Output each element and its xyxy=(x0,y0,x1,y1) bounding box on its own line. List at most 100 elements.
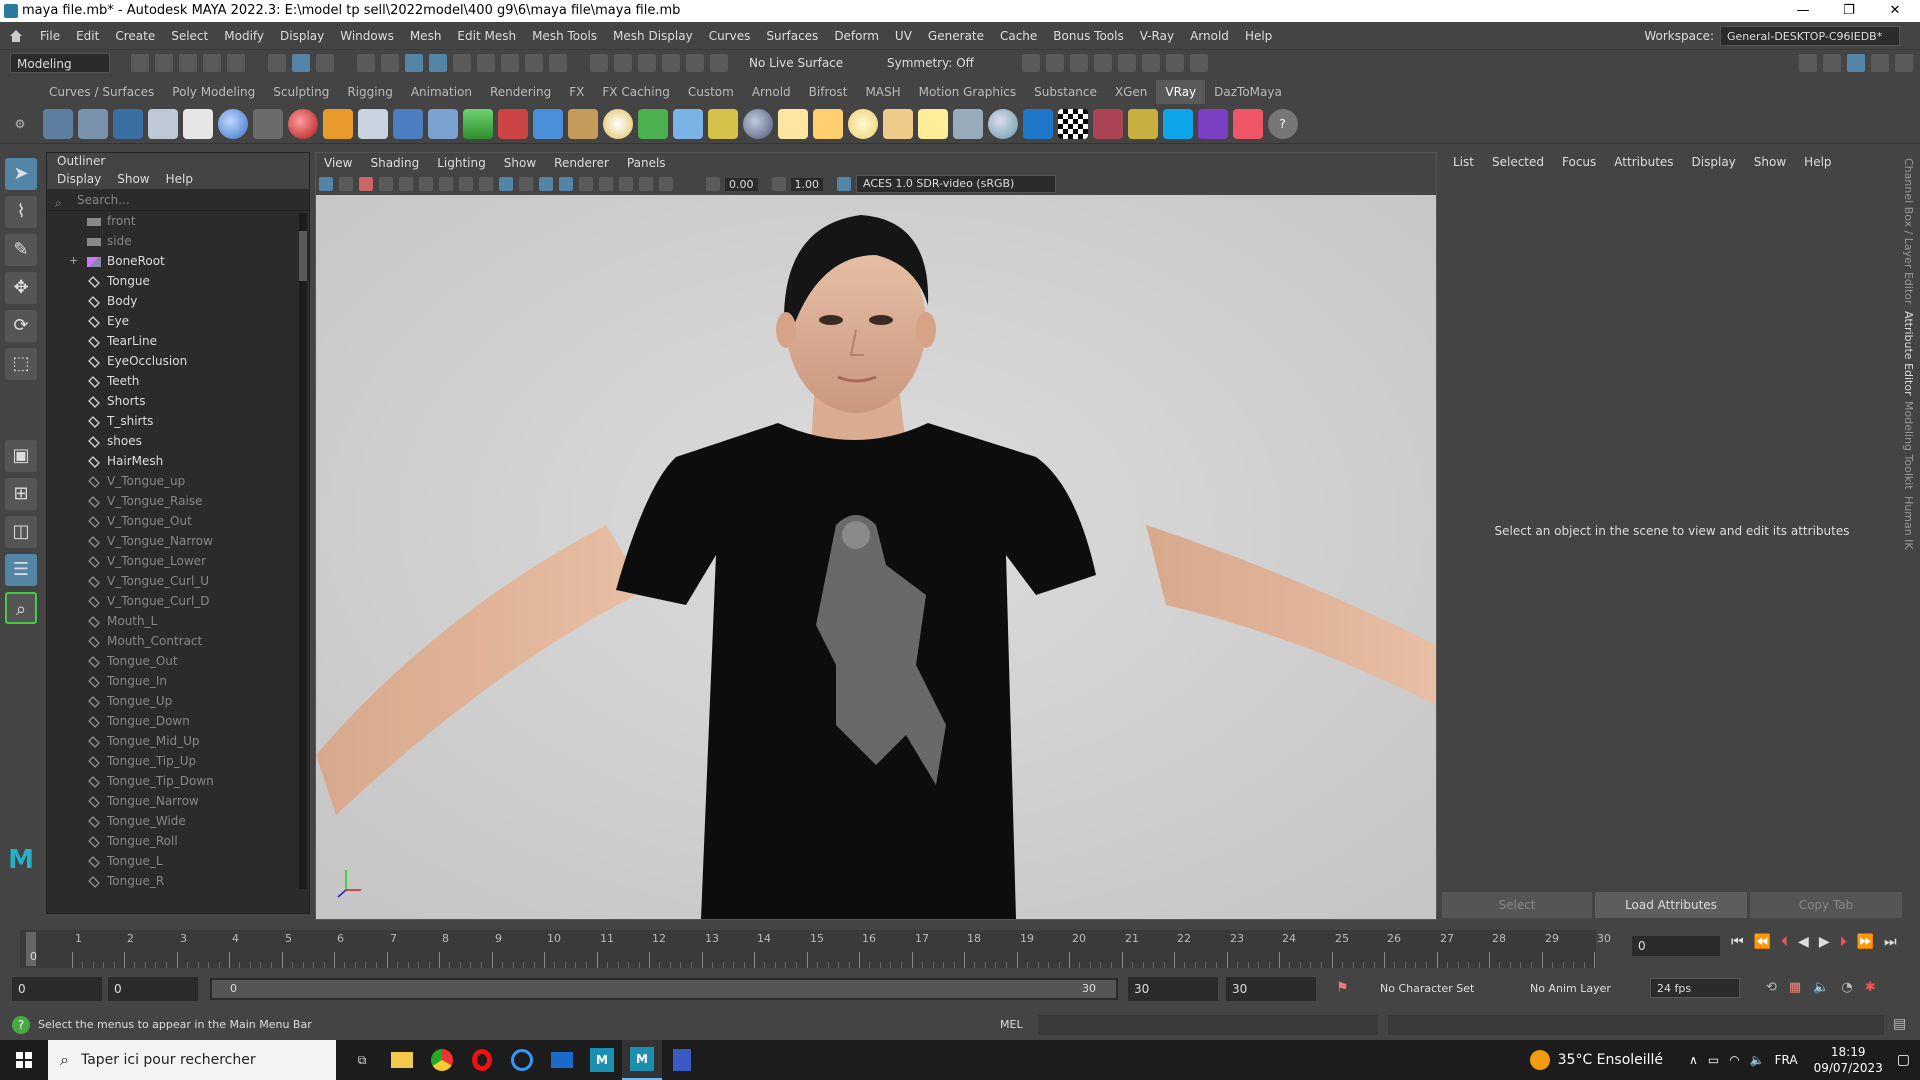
wifi-icon[interactable]: ◠ xyxy=(1729,1053,1739,1067)
shelf-tab-motion-graphics[interactable]: Motion Graphics xyxy=(910,80,1026,104)
layer-editor-icon[interactable] xyxy=(1895,54,1913,72)
vray-rect-light-icon[interactable] xyxy=(777,108,808,139)
app-window-icon[interactable] xyxy=(542,1040,582,1080)
outliner-item[interactable]: Tongue_Roll xyxy=(47,831,309,851)
notifications-icon[interactable]: ▢ xyxy=(1897,1052,1910,1068)
new-scene-icon[interactable] xyxy=(131,54,149,72)
outliner-item[interactable]: Mouth_L xyxy=(47,611,309,631)
vray-settings-icon[interactable] xyxy=(42,108,73,139)
shelf-tab-fx[interactable]: FX xyxy=(560,80,593,104)
expand-icon[interactable]: + xyxy=(69,251,78,271)
vray-vision-icon[interactable] xyxy=(1197,108,1228,139)
use-all-lights-icon[interactable] xyxy=(559,177,573,191)
animation-prefs-icon[interactable]: ✱ xyxy=(1865,980,1876,995)
pause-icon[interactable] xyxy=(1190,54,1208,72)
outliner-scrollbar[interactable] xyxy=(299,213,307,889)
volume-icon[interactable]: 🔈 xyxy=(1750,1053,1765,1067)
go-to-start-icon[interactable]: ⏮ xyxy=(1731,934,1744,950)
vray-hair-icon[interactable] xyxy=(707,108,738,139)
vray-frame-buffer-icon[interactable] xyxy=(112,108,143,139)
wireframe-on-shaded-icon[interactable] xyxy=(519,177,533,191)
tray-chevron-icon[interactable]: ∧ xyxy=(1689,1053,1698,1067)
resolution-gate-icon[interactable] xyxy=(439,177,453,191)
snap-surface-icon[interactable] xyxy=(453,54,471,72)
shelf-tab-curves-surfaces[interactable]: Curves / Surfaces xyxy=(40,80,163,104)
modeling-toolkit-icon[interactable] xyxy=(1799,54,1817,72)
menu-display[interactable]: Display xyxy=(272,22,332,50)
home-icon[interactable] xyxy=(8,28,24,44)
gamma-icon[interactable] xyxy=(771,177,786,191)
outliner-item[interactable]: Teeth xyxy=(47,371,309,391)
lock-icon[interactable] xyxy=(525,54,543,72)
safe-action-icon[interactable] xyxy=(459,177,473,191)
outliner-item[interactable]: Eye xyxy=(47,311,309,331)
outliner-item[interactable]: Tongue_Tip_Up xyxy=(47,751,309,771)
viewport-menu-renderer[interactable]: Renderer xyxy=(554,153,609,173)
vray-clipper-icon[interactable] xyxy=(532,108,563,139)
help-icon[interactable]: ? xyxy=(1267,108,1298,139)
range-slider-bar[interactable]: 0 30 xyxy=(210,978,1118,1000)
file-explorer-icon[interactable] xyxy=(382,1040,422,1080)
outliner-item[interactable]: TearLine xyxy=(47,331,309,351)
weather-text[interactable]: 35°C Ensoleillé xyxy=(1558,1052,1663,1068)
shelf-tab-substance[interactable]: Substance xyxy=(1025,80,1106,104)
shelf-tab-arnold[interactable]: Arnold xyxy=(743,80,800,104)
exposure-icon[interactable] xyxy=(706,177,720,191)
vray-render-icon[interactable] xyxy=(1142,54,1160,72)
camera-select-icon[interactable] xyxy=(319,177,333,191)
tool-settings-icon[interactable] xyxy=(1871,54,1889,72)
viewport-menu-show[interactable]: Show xyxy=(504,153,536,173)
outliner-item[interactable]: V_Tongue_Curl_U xyxy=(47,571,309,591)
select-lock-icon[interactable] xyxy=(549,54,567,72)
menu-edit[interactable]: Edit xyxy=(68,22,107,50)
chrome-icon[interactable] xyxy=(422,1040,462,1080)
lasso-icon[interactable] xyxy=(710,54,728,72)
outliner-item[interactable]: Body xyxy=(47,291,309,311)
taskbar-search-box[interactable]: ⌕ Taper ici pour rechercher xyxy=(48,1040,336,1080)
isolate-select-icon[interactable] xyxy=(619,177,633,191)
menu-mesh[interactable]: Mesh xyxy=(402,22,450,50)
human-ik-tab[interactable]: Human IK xyxy=(1902,496,1915,550)
cosmos-browser-icon[interactable] xyxy=(1232,108,1263,139)
magnet-icon[interactable] xyxy=(686,54,704,72)
smooth-shade-icon[interactable] xyxy=(499,177,513,191)
ipr-render-icon[interactable] xyxy=(1070,54,1088,72)
menu-create[interactable]: Create xyxy=(107,22,163,50)
step-back-key-icon[interactable]: ⏪ xyxy=(1754,934,1771,950)
attribute-editor-tab[interactable]: Attribute Editor xyxy=(1902,311,1915,396)
outliner-item[interactable]: V_Tongue_Raise xyxy=(47,491,309,511)
time-slider-track[interactable]: 0 1 2 3 4 5 6 7 8 9 10 11 12 13 14 15 16 17 18 19 20 21 22 23 2… xyxy=(20,930,1611,968)
outliner-item[interactable]: Tongue_Up xyxy=(47,691,309,711)
construction-history-icon[interactable] xyxy=(662,54,680,72)
auto-key-icon[interactable]: ⚑ xyxy=(1336,980,1349,996)
shelf-tab-custom[interactable]: Custom xyxy=(679,80,743,104)
viewport-menu-panels[interactable]: Panels xyxy=(627,153,666,173)
anim-start-field[interactable]: 0 xyxy=(108,977,198,1001)
viewport-menu-view[interactable]: View xyxy=(324,153,352,173)
menu-help[interactable]: Help xyxy=(1237,22,1280,50)
outliner-item[interactable]: Tongue_Narrow xyxy=(47,791,309,811)
attr-menu-focus[interactable]: Focus xyxy=(1562,152,1596,172)
scale-tool-icon[interactable]: ⬚ xyxy=(5,348,37,380)
outliner-menu-display[interactable]: Display xyxy=(57,172,101,186)
scene-start-field[interactable]: 0 xyxy=(12,977,102,1001)
menu-v-ray[interactable]: V-Ray xyxy=(1132,22,1182,50)
vray-vfb-icon[interactable] xyxy=(1092,108,1123,139)
select-hierarchy-icon[interactable] xyxy=(268,54,286,72)
playback-speed-icon[interactable]: ◔ xyxy=(1841,980,1852,995)
select-tool-icon[interactable]: ➤ xyxy=(5,158,37,190)
attr-menu-help[interactable]: Help xyxy=(1804,152,1831,172)
play-backwards-icon[interactable]: ◀ xyxy=(1798,934,1809,950)
command-input[interactable] xyxy=(1038,1015,1378,1035)
lasso-tool-icon[interactable]: ⌇ xyxy=(5,196,37,228)
snap-grid-icon[interactable] xyxy=(357,54,375,72)
vray-sphere-light-icon[interactable] xyxy=(602,108,633,139)
hypershade-icon[interactable] xyxy=(1118,54,1136,72)
outliner-item[interactable]: Tongue xyxy=(47,271,309,291)
vray-mesh-icon[interactable] xyxy=(567,108,598,139)
vray-light-lister-icon[interactable] xyxy=(147,108,178,139)
snap-curve-icon[interactable] xyxy=(381,54,399,72)
outliner-menu-show[interactable]: Show xyxy=(117,172,149,186)
outliner-item[interactable]: Shorts xyxy=(47,391,309,411)
exposure-field[interactable]: 0.00 xyxy=(725,177,758,191)
